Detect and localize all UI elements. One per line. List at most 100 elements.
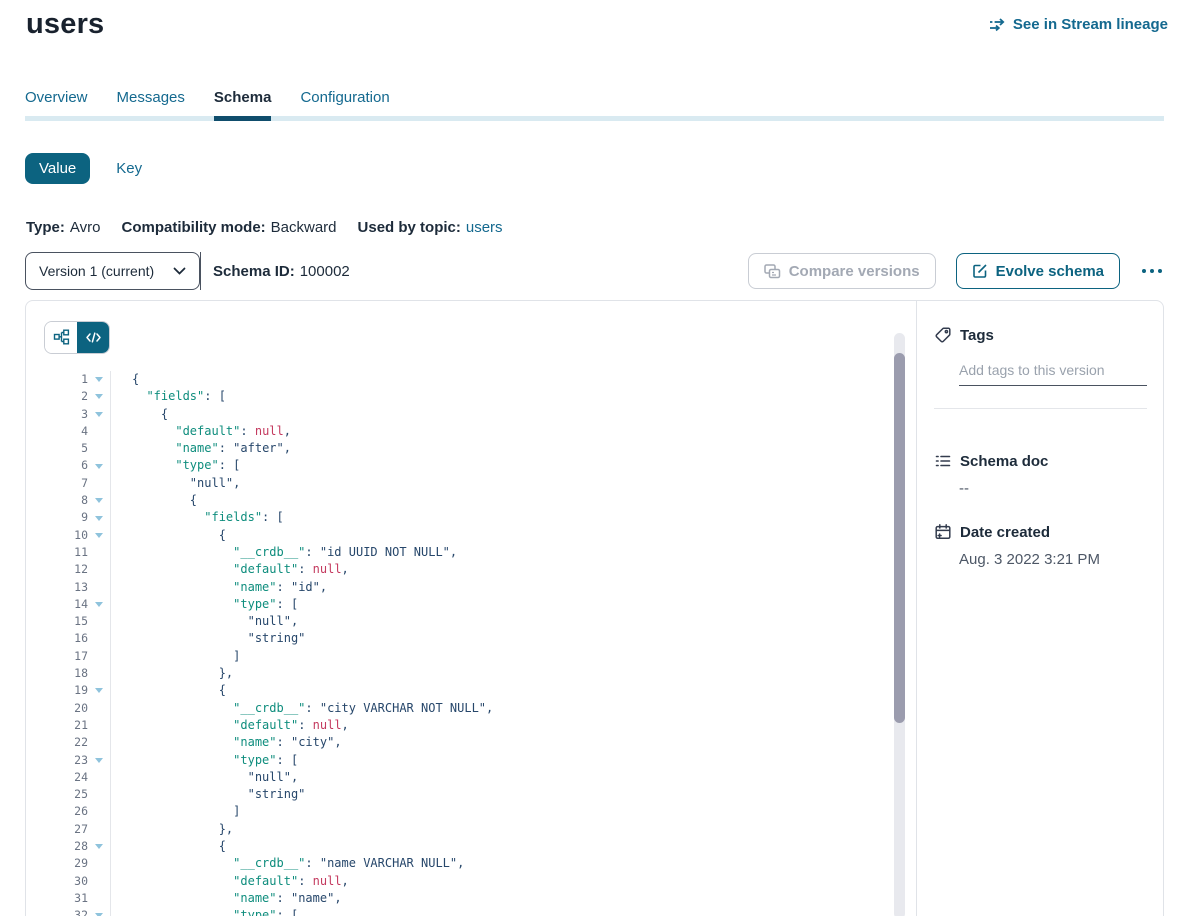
editor-view-toggle bbox=[44, 321, 110, 354]
schema-id: Schema ID: 100002 bbox=[213, 263, 350, 280]
line-number: 20 bbox=[26, 700, 88, 717]
type-value: Avro bbox=[70, 219, 101, 236]
tab-schema[interactable]: Schema bbox=[214, 89, 272, 116]
version-select[interactable]: Version 1 (current) bbox=[25, 252, 200, 290]
scrollbar-thumb[interactable] bbox=[894, 353, 905, 723]
code-text: "default": null, bbox=[110, 717, 349, 734]
compatibility-value: Backward bbox=[271, 219, 337, 236]
fold-arrow-icon[interactable] bbox=[95, 602, 103, 607]
code-text: "__crdb__": "id UUID NOT NULL", bbox=[110, 544, 457, 561]
line-number: 3 bbox=[26, 406, 88, 423]
line-number: 13 bbox=[26, 579, 88, 596]
code-line: 16 "string" bbox=[26, 630, 892, 647]
code-text: "string" bbox=[110, 786, 305, 803]
code-line: 2 "fields": [ bbox=[26, 388, 892, 405]
code-view-button[interactable] bbox=[77, 322, 109, 353]
code-line: 10 { bbox=[26, 527, 892, 544]
line-number: 23 bbox=[26, 752, 88, 769]
tab-configuration[interactable]: Configuration bbox=[300, 89, 389, 116]
code-text: "null", bbox=[110, 475, 240, 492]
version-toolbar: Version 1 (current) Schema ID: 100002 Co… bbox=[25, 252, 1164, 290]
code-line: 18 }, bbox=[26, 665, 892, 682]
code-line: 11 "__crdb__": "id UUID NOT NULL", bbox=[26, 544, 892, 561]
code-line: 1{ bbox=[26, 371, 892, 388]
code-lines[interactable]: 1{2 "fields": [3 {4 "default": null,5 "n… bbox=[26, 371, 892, 916]
code-text: ] bbox=[110, 803, 240, 820]
compare-versions-button[interactable]: Compare versions bbox=[748, 253, 936, 289]
line-number: 19 bbox=[26, 682, 88, 699]
type-label: Type: bbox=[26, 219, 65, 236]
line-number: 11 bbox=[26, 544, 88, 561]
line-number: 22 bbox=[26, 734, 88, 751]
chevron-down-icon bbox=[173, 267, 186, 276]
tree-view-button[interactable] bbox=[45, 322, 77, 353]
fold-arrow-icon[interactable] bbox=[95, 533, 103, 538]
meta-used-by-topic: Used by topic: users bbox=[358, 219, 503, 236]
line-number: 24 bbox=[26, 769, 88, 786]
tags-title: Tags bbox=[960, 327, 994, 344]
lineage-link-label: See in Stream lineage bbox=[1013, 16, 1168, 33]
code-line: 14 "type": [ bbox=[26, 596, 892, 613]
add-tags-input[interactable] bbox=[959, 360, 1147, 386]
evolve-schema-button[interactable]: Evolve schema bbox=[956, 253, 1120, 289]
code-text: ] bbox=[110, 648, 240, 665]
compare-versions-icon bbox=[764, 264, 781, 279]
code-text: { bbox=[110, 838, 226, 855]
line-number: 1 bbox=[26, 371, 88, 388]
value-key-toggle: Value Key bbox=[25, 153, 142, 184]
schema-id-value: 100002 bbox=[300, 263, 350, 280]
code-line: 19 { bbox=[26, 682, 892, 699]
code-line: 32 "type": [ bbox=[26, 907, 892, 916]
code-text: "string" bbox=[110, 630, 305, 647]
value-toggle-button[interactable]: Value bbox=[25, 153, 90, 184]
line-number: 6 bbox=[26, 457, 88, 474]
see-in-stream-lineage-link[interactable]: See in Stream lineage bbox=[989, 16, 1168, 33]
fold-arrow-icon[interactable] bbox=[95, 464, 103, 469]
fold-arrow-icon[interactable] bbox=[95, 688, 103, 693]
fold-arrow-icon[interactable] bbox=[95, 377, 103, 382]
more-actions-button[interactable] bbox=[1140, 265, 1164, 277]
key-toggle-button[interactable]: Key bbox=[116, 160, 142, 177]
fold-arrow-icon[interactable] bbox=[95, 498, 103, 503]
topic-link[interactable]: users bbox=[466, 219, 503, 236]
tab-overview[interactable]: Overview bbox=[25, 89, 88, 116]
fold-arrow-icon[interactable] bbox=[95, 844, 103, 849]
line-number: 10 bbox=[26, 527, 88, 544]
code-line: 8 { bbox=[26, 492, 892, 509]
code-text: "fields": [ bbox=[110, 509, 284, 526]
fold-arrow-icon[interactable] bbox=[95, 758, 103, 763]
line-number: 16 bbox=[26, 630, 88, 647]
tab-messages[interactable]: Messages bbox=[117, 89, 185, 116]
edit-icon bbox=[972, 263, 988, 279]
code-line: 6 "type": [ bbox=[26, 457, 892, 474]
tree-view-icon bbox=[53, 329, 70, 346]
code-line: 9 "fields": [ bbox=[26, 509, 892, 526]
code-text: "name": "city", bbox=[110, 734, 342, 751]
fold-arrow-icon[interactable] bbox=[95, 394, 103, 399]
code-line: 15 "null", bbox=[26, 613, 892, 630]
code-text: "null", bbox=[110, 769, 298, 786]
code-line: 23 "type": [ bbox=[26, 752, 892, 769]
code-line: 20 "__crdb__": "city VARCHAR NOT NULL", bbox=[26, 700, 892, 717]
schema-code-panel: 1{2 "fields": [3 {4 "default": null,5 "n… bbox=[26, 301, 917, 916]
code-text: "type": [ bbox=[110, 907, 298, 916]
fold-arrow-icon[interactable] bbox=[95, 516, 103, 521]
code-line: 24 "null", bbox=[26, 769, 892, 786]
date-created-section-header: Date created bbox=[934, 523, 1147, 541]
fold-arrow-icon[interactable] bbox=[95, 412, 103, 417]
line-number: 14 bbox=[26, 596, 88, 613]
tag-icon bbox=[934, 326, 952, 344]
line-number: 29 bbox=[26, 855, 88, 872]
used-by-topic-label: Used by topic: bbox=[358, 219, 461, 236]
line-number: 8 bbox=[26, 492, 88, 509]
list-icon bbox=[934, 452, 952, 470]
schema-meta-row: Type: Avro Compatibility mode: Backward … bbox=[26, 219, 503, 236]
compare-versions-label: Compare versions bbox=[789, 263, 920, 280]
page-title: users bbox=[26, 8, 104, 41]
code-text: "type": [ bbox=[110, 596, 298, 613]
code-text: { bbox=[110, 492, 197, 509]
code-text: { bbox=[110, 406, 168, 423]
schema-doc-title: Schema doc bbox=[960, 453, 1048, 470]
code-text: "default": null, bbox=[110, 423, 291, 440]
code-line: 13 "name": "id", bbox=[26, 579, 892, 596]
